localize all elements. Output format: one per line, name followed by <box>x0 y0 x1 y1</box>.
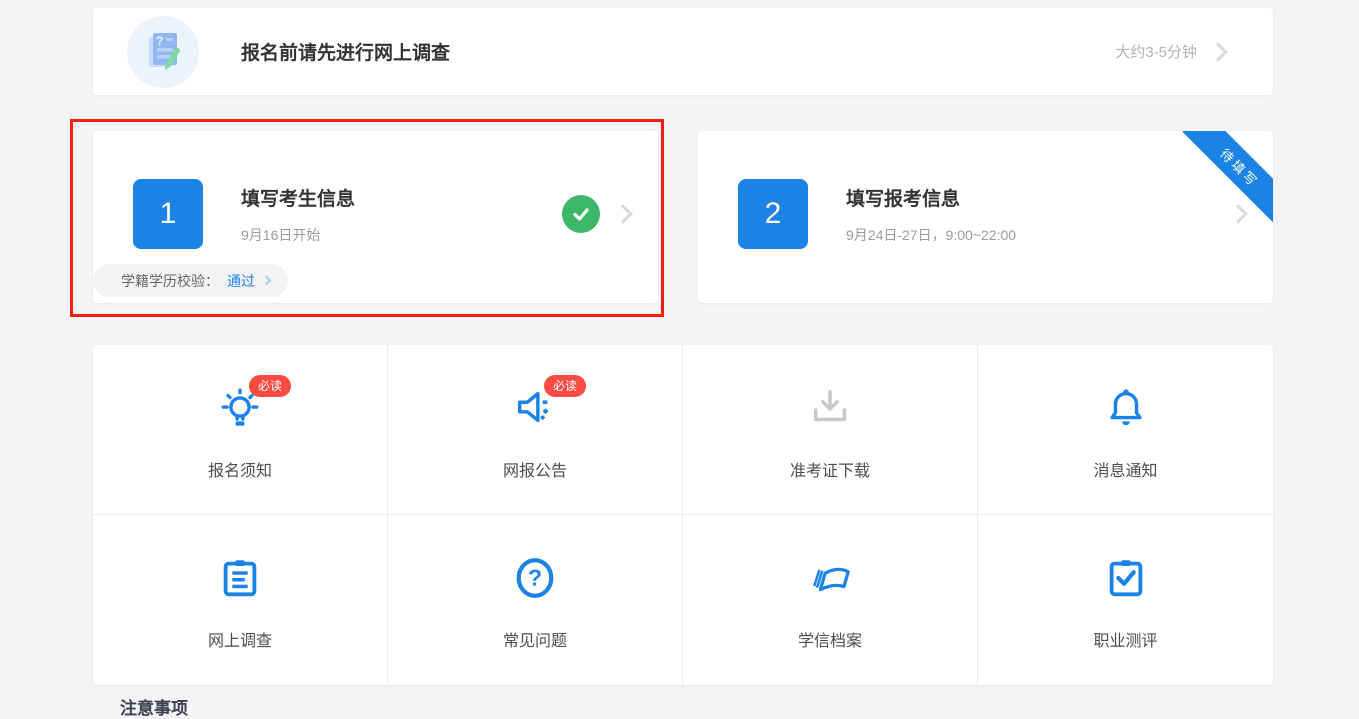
grid-item-faq[interactable]: ? 常见问题 <box>388 515 683 685</box>
step-title: 填写报考信息 <box>846 184 1016 211</box>
download-icon <box>807 385 853 431</box>
survey-document-icon: ? <box>127 16 199 88</box>
pending-ribbon: 待填写 <box>1182 131 1273 225</box>
notes-section-heading: 注意事项 <box>120 694 188 719</box>
step-subtitle: 9月24日-27日，9:00~22:00 <box>846 225 1016 245</box>
grid-item-notifications[interactable]: 消息通知 <box>978 345 1273 515</box>
grid-item-label: 职业测评 <box>1093 627 1157 651</box>
grid-item-label: 学信档案 <box>798 627 862 651</box>
step-number-badge: 1 <box>133 179 203 249</box>
grid-item-label: 报名须知 <box>208 457 272 481</box>
verify-label: 学籍学历校验： <box>121 271 219 291</box>
grid-item-chsi-archive[interactable]: 学信档案 <box>683 515 978 685</box>
completed-check-icon <box>562 195 600 233</box>
must-read-badge: 必读 <box>544 375 586 397</box>
step-card-application-info[interactable]: 2 填写报考信息 9月24日-27日，9:00~22:00 待填写 <box>698 131 1273 303</box>
grid-item-signup-notice[interactable]: 必读 报名须知 <box>93 345 388 515</box>
chevron-right-icon[interactable] <box>613 204 633 224</box>
verify-result-link[interactable]: 通过 <box>227 271 255 291</box>
archive-pages-icon <box>807 555 853 601</box>
grid-item-label: 准考证下载 <box>790 457 870 481</box>
grid-item-announcements[interactable]: 必读 网报公告 <box>388 345 683 515</box>
chevron-right-icon[interactable] <box>1208 42 1228 62</box>
clipboard-check-icon <box>1103 555 1149 601</box>
grid-item-online-survey[interactable]: 网上调查 <box>93 515 388 685</box>
must-read-badge: 必读 <box>249 375 291 397</box>
grid-item-career-assessment[interactable]: 职业测评 <box>978 515 1273 685</box>
grid-item-label: 网报公告 <box>503 457 567 481</box>
svg-text:?: ? <box>528 565 542 591</box>
grid-item-label: 常见问题 <box>503 627 567 651</box>
survey-banner[interactable]: ? 报名前请先进行网上调查 大约3-5分钟 <box>93 8 1273 95</box>
survey-duration: 大约3-5分钟 <box>1115 41 1197 62</box>
grid-item-admission-ticket-download[interactable]: 准考证下载 <box>683 345 978 515</box>
step-card-candidate-info[interactable]: 1 填写考生信息 9月16日开始 学籍学历校验： 通过 <box>93 131 658 303</box>
survey-form-icon <box>217 555 263 601</box>
question-circle-icon: ? <box>512 555 558 601</box>
services-grid: 必读 报名须知 必读 网报公告 准考证下载 <box>93 345 1273 685</box>
step-title: 填写考生信息 <box>241 184 355 211</box>
bell-icon <box>1103 385 1149 431</box>
chevron-right-icon <box>262 276 272 286</box>
chevron-right-icon[interactable] <box>1228 204 1248 224</box>
step-subtitle: 9月16日开始 <box>241 225 355 245</box>
svg-text:?: ? <box>156 34 163 48</box>
step-number-badge: 2 <box>738 179 808 249</box>
lightbulb-icon: 必读 <box>217 385 263 431</box>
grid-item-label: 网上调查 <box>208 627 272 651</box>
megaphone-icon: 必读 <box>512 385 558 431</box>
survey-banner-title: 报名前请先进行网上调查 <box>241 38 450 65</box>
education-verify-status[interactable]: 学籍学历校验： 通过 <box>93 264 288 297</box>
grid-item-label: 消息通知 <box>1093 457 1157 481</box>
